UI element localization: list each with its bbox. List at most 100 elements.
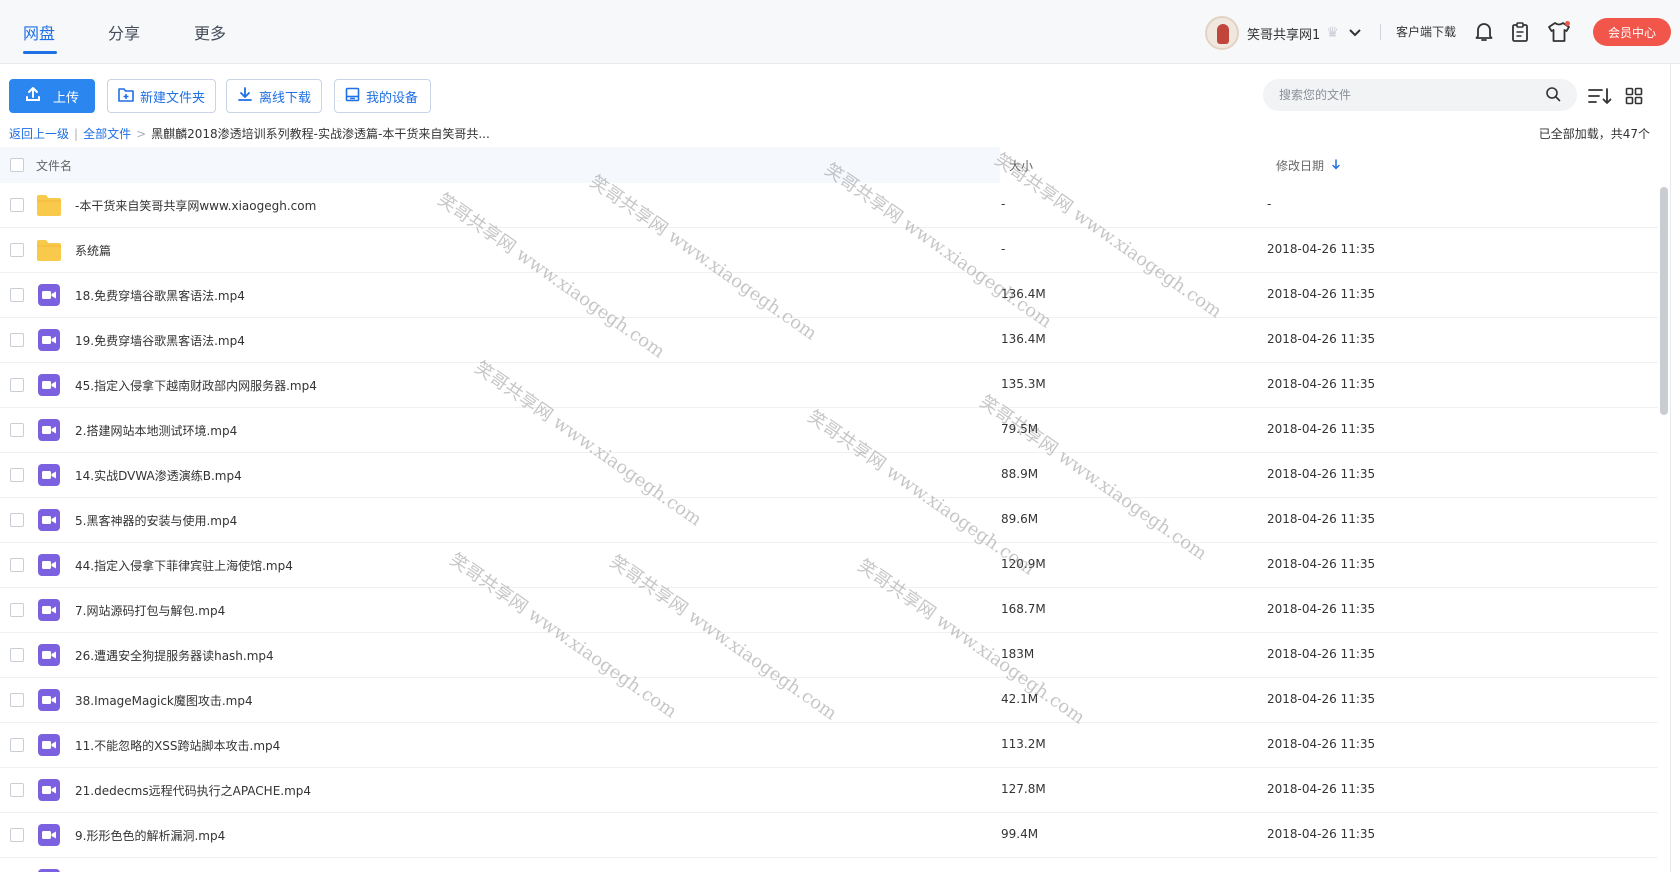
table-row[interactable]: 系统篇 - 2018-04-26 11:35	[0, 228, 1658, 273]
video-file-icon	[36, 644, 62, 667]
file-name[interactable]: 38.ImageMagick魔图攻击.mp4	[75, 692, 253, 709]
breadcrumb: 返回上一级 | 全部文件 > 黑麒麟2018渗透培训系列教程-实战渗透篇-本干货…	[9, 125, 490, 142]
file-name[interactable]: 18.免费穿墙谷歌黑客语法.mp4	[75, 287, 245, 304]
file-name[interactable]: 44.指定入侵拿下菲律宾驻上海使馆.mp4	[75, 557, 293, 574]
table-row[interactable]: 45.指定入侵拿下越南财政部内网服务器.mp4 135.3M 2018-04-26 …	[0, 363, 1658, 408]
search-icon[interactable]	[1545, 86, 1563, 104]
row-checkbox[interactable]	[10, 783, 24, 797]
file-date: 2018-04-26 11:35	[1267, 782, 1376, 796]
file-size: 42.1M	[1001, 692, 1039, 706]
tab-more[interactable]: 更多	[194, 20, 226, 44]
file-size: 168.7M	[1001, 602, 1046, 616]
file-name[interactable]: 9.形形色色的解析漏洞.mp4	[75, 827, 225, 844]
tshirt-icon[interactable]	[1547, 20, 1571, 44]
file-name[interactable]: 14.实战DVWA渗透演练B.mp4	[75, 467, 242, 484]
breadcrumb-separator: |	[74, 126, 79, 141]
grid-view-icon[interactable]	[1621, 84, 1647, 108]
table-row[interactable]: 2.搭建网站本地测试环境.mp4 79.5M 2018-04-26 11:35	[0, 408, 1658, 453]
row-checkbox[interactable]	[10, 198, 24, 212]
row-checkbox[interactable]	[10, 603, 24, 617]
active-tab-indicator	[23, 51, 57, 54]
column-name[interactable]: 文件名	[36, 157, 72, 174]
table-row[interactable]: 18.免费穿墙谷歌黑客语法.mp4 136.4M 2018-04-26 11:35	[0, 273, 1658, 318]
bell-icon[interactable]	[1472, 20, 1496, 44]
row-checkbox[interactable]	[10, 288, 24, 302]
file-name[interactable]: 19.免费穿墙谷歌黑客语法.mp4	[75, 332, 245, 349]
table-row[interactable]: 19.免费穿墙谷歌黑客语法.mp4 136.4M 2018-04-26 11:35	[0, 318, 1658, 363]
search-input[interactable]	[1263, 79, 1577, 111]
chevron-down-icon[interactable]	[1349, 25, 1361, 41]
clipboard-icon[interactable]	[1508, 20, 1532, 44]
avatar[interactable]	[1205, 16, 1239, 50]
top-nav-bar: 网盘 分享 更多 笑哥共享网1 ♛ 客户端下载 会员中心	[0, 0, 1680, 64]
file-size: 136.4M	[1001, 287, 1046, 301]
username[interactable]: 笑哥共享网1	[1247, 24, 1320, 43]
scroll-thumb[interactable]	[1660, 187, 1668, 415]
sort-icon[interactable]	[1587, 84, 1613, 108]
file-name[interactable]: 2.搭建网站本地测试环境.mp4	[75, 422, 237, 439]
table-row[interactable]	[0, 858, 1658, 872]
file-name[interactable]: 21.dedecms远程代码执行之APACHE.mp4	[75, 782, 311, 799]
row-checkbox[interactable]	[10, 513, 24, 527]
row-checkbox[interactable]	[10, 693, 24, 707]
table-row[interactable]: 26.遭遇安全狗提服务器读hash.mp4 183M 2018-04-26 11:3…	[0, 633, 1658, 678]
file-name[interactable]: 26.遭遇安全狗提服务器读hash.mp4	[75, 647, 274, 664]
table-row[interactable]: 9.形形色色的解析漏洞.mp4 99.4M 2018-04-26 11:35	[0, 813, 1658, 858]
table-row[interactable]: -本干货来自笑哥共享网www.xiaogegh.com - -	[0, 183, 1658, 228]
file-date: 2018-04-26 11:35	[1267, 287, 1376, 301]
file-size: 183M	[1001, 647, 1035, 661]
file-name[interactable]: 45.指定入侵拿下越南财政部内网服务器.mp4	[75, 377, 317, 394]
file-size: -	[1001, 242, 1006, 256]
video-file-icon	[36, 824, 62, 847]
file-date: 2018-04-26 11:35	[1267, 332, 1376, 346]
video-file-icon	[36, 329, 62, 352]
row-checkbox[interactable]	[10, 243, 24, 257]
file-name[interactable]: 5.黑客神器的安装与使用.mp4	[75, 512, 237, 529]
table-header: 文件名 大小 修改日期	[0, 147, 1668, 183]
back-link[interactable]: 返回上一级	[9, 125, 69, 142]
all-files-link[interactable]: 全部文件	[83, 125, 131, 142]
file-date: 2018-04-26 11:35	[1267, 242, 1376, 256]
new-folder-button[interactable]: 新建文件夹	[107, 79, 216, 113]
tab-netdisk[interactable]: 网盘	[23, 20, 55, 44]
file-date: 2018-04-26 11:35	[1267, 422, 1376, 436]
file-name[interactable]: 7.网站源码打包与解包.mp4	[75, 602, 225, 619]
vip-center-button[interactable]: 会员中心	[1593, 18, 1671, 46]
table-row[interactable]: 44.指定入侵拿下菲律宾驻上海使馆.mp4 120.9M 2018-04-26 11…	[0, 543, 1658, 588]
file-name[interactable]: -本干货来自笑哥共享网www.xiaogegh.com	[75, 197, 316, 214]
column-size[interactable]: 大小	[1009, 157, 1033, 174]
divider	[1380, 24, 1381, 40]
tab-share[interactable]: 分享	[108, 20, 140, 44]
file-date: 2018-04-26 11:35	[1267, 557, 1376, 571]
row-checkbox[interactable]	[10, 333, 24, 347]
file-name[interactable]: 11.不能忽略的XSS跨站脚本攻击.mp4	[75, 737, 280, 754]
client-download-link[interactable]: 客户端下载	[1396, 23, 1456, 40]
upload-button[interactable]: 上传	[9, 79, 95, 113]
row-checkbox[interactable]	[10, 423, 24, 437]
row-checkbox[interactable]	[10, 738, 24, 752]
my-devices-button[interactable]: 我的设备	[334, 79, 431, 113]
file-date: 2018-04-26 11:35	[1267, 602, 1376, 616]
user-menu[interactable]: 笑哥共享网1 ♛	[1205, 16, 1361, 50]
device-icon	[345, 87, 360, 106]
table-row[interactable]: 11.不能忽略的XSS跨站脚本攻击.mp4 113.2M 2018-04-26 11…	[0, 723, 1658, 768]
table-row[interactable]: 5.黑客神器的安装与使用.mp4 89.6M 2018-04-26 11:35	[0, 498, 1658, 543]
file-name[interactable]: 系统篇	[75, 242, 111, 259]
column-date[interactable]: 修改日期	[1276, 157, 1340, 174]
row-checkbox[interactable]	[10, 828, 24, 842]
scrollbar[interactable]	[1660, 183, 1668, 872]
row-checkbox[interactable]	[10, 378, 24, 392]
file-date: 2018-04-26 11:35	[1267, 512, 1376, 526]
table-row[interactable]: 7.网站源码打包与解包.mp4 168.7M 2018-04-26 11:35	[0, 588, 1658, 633]
row-checkbox[interactable]	[10, 468, 24, 482]
upload-icon	[25, 86, 41, 106]
table-row[interactable]: 38.ImageMagick魔图攻击.mp4 42.1M 2018-04-26 11…	[0, 678, 1658, 723]
row-checkbox[interactable]	[10, 558, 24, 572]
file-size: -	[1001, 197, 1006, 211]
table-row[interactable]: 14.实战DVWA渗透演练B.mp4 88.9M 2018-04-26 11:35	[0, 453, 1658, 498]
row-checkbox[interactable]	[10, 648, 24, 662]
offline-download-button[interactable]: 离线下载	[226, 79, 322, 113]
table-row[interactable]: 21.dedecms远程代码执行之APACHE.mp4 127.8M 2018-04…	[0, 768, 1658, 813]
select-all-checkbox[interactable]	[10, 158, 24, 172]
file-size: 135.3M	[1001, 377, 1046, 391]
